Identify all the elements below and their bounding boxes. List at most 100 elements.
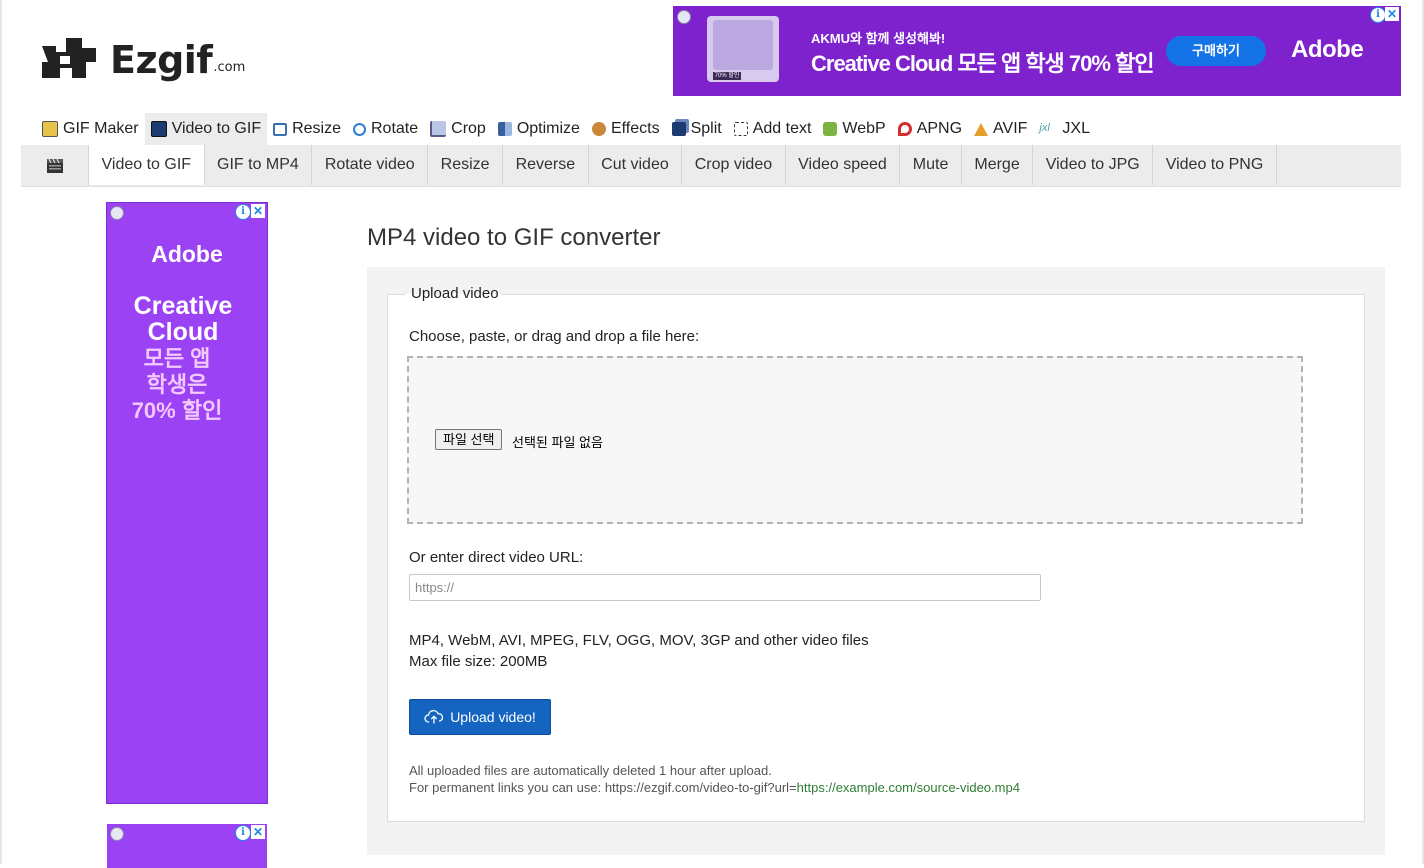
nav-label: GIF Maker xyxy=(63,120,139,137)
ad-badge-icon xyxy=(677,10,691,24)
effects-icon xyxy=(591,122,606,136)
webp-icon xyxy=(823,122,838,136)
nav-video-to-gif[interactable]: Video to GIF xyxy=(144,113,268,145)
ad-subheadline-line: 학생은 xyxy=(146,372,208,397)
ad-image-tag: 70% 할인 xyxy=(713,72,741,80)
max-file-size: Max file size: 200MB xyxy=(409,653,548,670)
nav-effects[interactable]: Effects xyxy=(586,113,666,145)
nav-label: APNG xyxy=(916,120,963,137)
nav-jxl[interactable]: jxl JXL xyxy=(1033,113,1096,145)
crop-icon xyxy=(430,121,447,137)
subnav-reverse[interactable]: Reverse xyxy=(503,145,589,185)
note-permanent-links: For permanent links you can use: https:/… xyxy=(409,779,1020,796)
site-logo[interactable]: Ezgif .com xyxy=(40,30,245,80)
nav-label: Optimize xyxy=(516,120,580,137)
nav-label: Rotate xyxy=(371,120,419,137)
nav-add-text[interactable]: Add text xyxy=(728,113,818,145)
split-icon xyxy=(671,122,686,136)
nav-crop[interactable]: Crop xyxy=(424,113,492,145)
ad-headline: Creative Cloud xyxy=(107,293,259,345)
nav-optimize[interactable]: Optimize xyxy=(492,113,586,145)
cloud-upload-icon xyxy=(424,710,444,724)
upload-note: All uploaded files are automatically del… xyxy=(409,762,1020,796)
nav-label: WebP xyxy=(842,120,886,137)
nav-label: Split xyxy=(690,120,722,137)
subnav-gif-to-mp4[interactable]: GIF to MP4 xyxy=(205,145,313,185)
nav-label: AVIF xyxy=(993,120,1028,137)
main-nav: GIF Maker Video to GIF Resize Rotate Cro… xyxy=(36,113,1096,145)
page-edge xyxy=(0,0,2,864)
nav-label: Resize xyxy=(292,120,341,137)
ad-info-icon[interactable]: i xyxy=(235,825,251,841)
sub-nav: Video to GIF GIF to MP4 Rotate video Res… xyxy=(21,145,1401,187)
film-clapper-icon xyxy=(21,145,88,186)
logo-suffix: .com xyxy=(213,60,246,75)
jxl-icon: jxl xyxy=(1039,122,1050,134)
subnav-video-speed[interactable]: Video speed xyxy=(786,145,901,185)
supported-formats: MP4, WebM, AVI, MPEG, FLV, OGG, MOV, 3GP… xyxy=(409,630,869,672)
ad-close-icon[interactable]: ✕ xyxy=(1385,7,1399,21)
nav-label: JXL xyxy=(1062,120,1090,137)
nav-webp[interactable]: WebP xyxy=(817,113,891,145)
ad-close-icon[interactable]: ✕ xyxy=(251,204,265,218)
top-banner-ad[interactable]: 70% 할인 AKMU와 함께 생성해봐! Creative Cloud 모든 … xyxy=(673,6,1401,96)
nav-avif[interactable]: AVIF xyxy=(968,113,1033,145)
subnav-video-to-png[interactable]: Video to PNG xyxy=(1153,145,1277,185)
gif-maker-icon xyxy=(42,121,58,137)
video-url-input[interactable] xyxy=(409,574,1041,601)
ad-image: 70% 할인 xyxy=(707,16,779,82)
subnav-mute[interactable]: Mute xyxy=(900,145,962,185)
ad-info-icon[interactable]: i xyxy=(1370,7,1386,23)
optimize-icon xyxy=(497,122,512,136)
nav-split[interactable]: Split xyxy=(666,113,728,145)
ad-badge-icon xyxy=(110,206,124,220)
nav-gif-maker[interactable]: GIF Maker xyxy=(36,113,145,145)
ezgif-logo-icon xyxy=(42,38,96,78)
note-deletion: All uploaded files are automatically del… xyxy=(409,763,772,778)
choose-file-label: Choose, paste, or drag and drop a file h… xyxy=(409,328,700,345)
nav-rotate[interactable]: Rotate xyxy=(347,113,424,145)
nav-apng[interactable]: APNG xyxy=(892,113,968,145)
ad-brand: Adobe xyxy=(151,241,223,267)
ad-info-icon[interactable]: i xyxy=(235,204,251,220)
nav-resize[interactable]: Resize xyxy=(267,113,347,145)
left-skyscraper-ad[interactable]: i ✕ Adobe Creative Cloud 모든 앱 학생은 70% 할인 xyxy=(106,202,268,804)
resize-icon xyxy=(273,122,288,136)
subnav-resize[interactable]: Resize xyxy=(428,145,504,185)
subnav-crop-video[interactable]: Crop video xyxy=(682,145,786,185)
add-text-icon xyxy=(733,122,748,136)
left-ad-second[interactable]: i ✕ xyxy=(107,824,267,868)
subnav-video-to-jpg[interactable]: Video to JPG xyxy=(1033,145,1154,185)
example-video-link[interactable]: https://example.com/source-video.mp4 xyxy=(797,780,1020,795)
formats-line: MP4, WebM, AVI, MPEG, FLV, OGG, MOV, 3GP… xyxy=(409,632,869,649)
nav-label: Crop xyxy=(451,120,486,137)
ad-subheadline-line: 모든 앱 xyxy=(143,346,211,371)
ad-close-icon[interactable]: ✕ xyxy=(251,825,265,839)
upload-video-button[interactable]: Upload video! xyxy=(409,699,551,735)
avif-icon xyxy=(974,122,989,136)
subnav-video-to-gif[interactable]: Video to GIF xyxy=(88,145,205,185)
ad-subheadline: Creative Cloud 모든 앱 학생 70% 할인 xyxy=(811,51,1155,76)
subnav-rotate-video[interactable]: Rotate video xyxy=(312,145,429,185)
ad-headline: AKMU와 함께 생성해봐! xyxy=(811,31,946,46)
subnav-merge[interactable]: Merge xyxy=(962,145,1034,185)
subnav-cut-video[interactable]: Cut video xyxy=(589,145,683,185)
choose-file-button[interactable]: 파일 선택 xyxy=(435,429,503,450)
ad-subheadline: 모든 앱 학생은 70% 할인 xyxy=(107,346,247,424)
upload-legend: Upload video xyxy=(411,285,499,302)
upload-button-label: Upload video! xyxy=(450,709,536,725)
video-to-gif-icon xyxy=(150,121,167,137)
ad-brand: Adobe xyxy=(1291,36,1364,63)
nav-label: Add text xyxy=(752,120,812,137)
ad-badge-icon xyxy=(110,827,124,841)
page-title: MP4 video to GIF converter xyxy=(367,224,661,251)
nav-label: Video to GIF xyxy=(171,120,262,137)
logo-name: Ezgif xyxy=(110,38,213,82)
ad-headline-line: Cloud xyxy=(147,318,219,346)
ad-buy-button[interactable]: 구매하기 xyxy=(1166,36,1266,66)
file-status: 선택된 파일 없음 xyxy=(512,435,603,450)
ad-headline-line: Creative xyxy=(133,292,233,320)
url-label: Or enter direct video URL: xyxy=(409,549,584,566)
apng-icon xyxy=(897,122,912,136)
note-link-prefix: For permanent links you can use: https:/… xyxy=(409,780,797,795)
